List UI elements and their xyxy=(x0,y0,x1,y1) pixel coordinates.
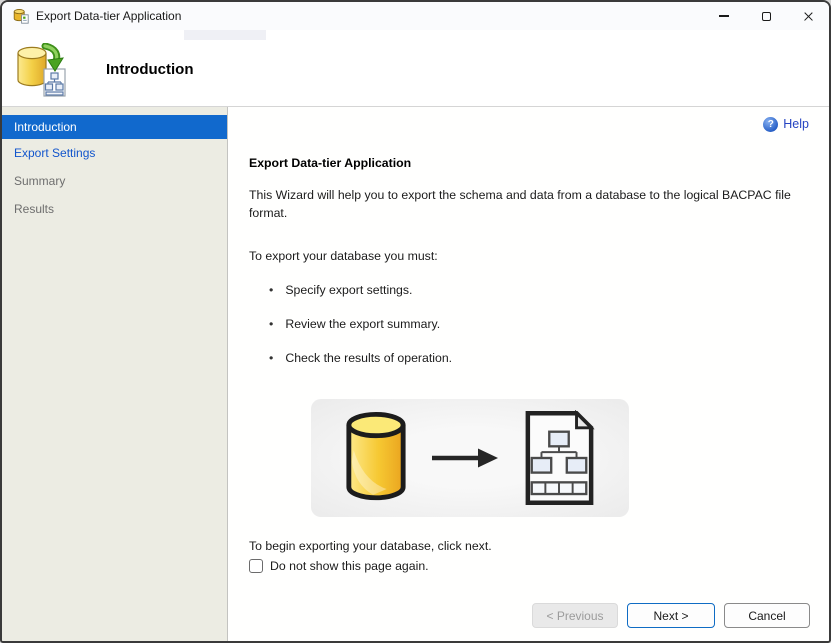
export-data-tier-wizard-window: Export Data-tier Application Introductio… xyxy=(0,0,831,643)
sidebar-item-introduction[interactable]: Introduction xyxy=(2,115,227,139)
maximize-icon xyxy=(761,11,771,21)
steps-intro-text: To export your database you must: xyxy=(249,248,438,263)
window-controls xyxy=(703,2,829,30)
next-button[interactable]: Next > xyxy=(627,603,715,628)
export-arrow-icon xyxy=(432,448,498,468)
close-button[interactable] xyxy=(787,2,829,30)
wizard-header: Introduction xyxy=(2,30,829,106)
window-title: Export Data-tier Application xyxy=(36,9,182,23)
help-label: Help xyxy=(783,117,809,131)
bullet-icon: • xyxy=(269,350,274,365)
database-icon xyxy=(346,411,406,501)
bacpac-document-icon xyxy=(525,409,595,505)
previous-button[interactable]: < Previous xyxy=(532,603,618,628)
wizard-footer: < Previous Next > Cancel xyxy=(532,603,810,628)
bullet-icon: • xyxy=(269,316,274,331)
export-illustration xyxy=(311,398,629,517)
export-dac-header-icon xyxy=(17,43,66,97)
wizard-body: Introduction Export Settings Summary Res… xyxy=(2,106,829,641)
page-title: Introduction xyxy=(106,61,194,78)
close-icon xyxy=(803,11,814,22)
help-icon: ? xyxy=(763,116,779,132)
sidebar-item-summary: Summary xyxy=(14,174,66,188)
wizard-description: This Wizard will help you to export the … xyxy=(249,188,791,221)
minimize-button[interactable] xyxy=(703,2,745,30)
wizard-steps-sidebar: Introduction Export Settings Summary Res… xyxy=(2,107,228,641)
help-link[interactable]: ? Help xyxy=(249,114,809,134)
begin-text: To begin exporting your database, click … xyxy=(249,538,492,553)
sidebar-item-export-settings[interactable]: Export Settings xyxy=(2,139,227,167)
tab-strip-artifact xyxy=(184,30,266,40)
do-not-show-label: Do not show this page again. xyxy=(270,558,429,573)
content-heading: Export Data-tier Application xyxy=(249,156,412,170)
step-item: • Specify export settings. xyxy=(249,283,809,297)
app-icon xyxy=(13,9,29,24)
do-not-show-row: Do not show this page again. xyxy=(249,558,809,573)
do-not-show-checkbox[interactable] xyxy=(249,558,263,573)
step-item: • Review the export summary. xyxy=(249,317,809,331)
step-text: Check the results of operation. xyxy=(285,350,453,365)
minimize-icon xyxy=(719,15,729,17)
step-item: • Check the results of operation. xyxy=(249,351,809,365)
step-text: Specify export settings. xyxy=(285,282,413,297)
wizard-content: ? Help Export Data-tier Application This… xyxy=(228,107,829,641)
title-bar: Export Data-tier Application xyxy=(2,2,829,30)
cancel-button[interactable]: Cancel xyxy=(724,603,810,628)
step-text: Review the export summary. xyxy=(285,316,441,331)
maximize-button[interactable] xyxy=(745,2,787,30)
bullet-icon: • xyxy=(269,282,274,297)
sidebar-item-results: Results xyxy=(14,202,55,216)
